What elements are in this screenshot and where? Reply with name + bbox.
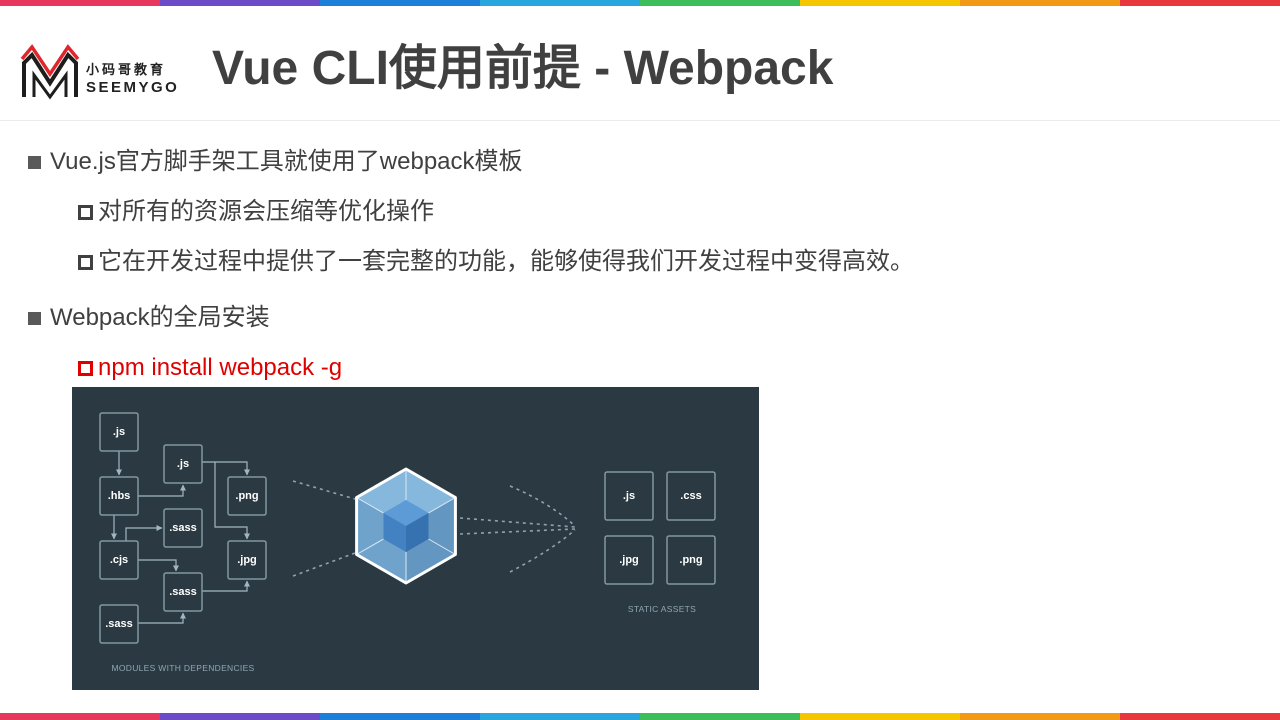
flow-dotted-line xyxy=(459,517,576,528)
module-label: .sass xyxy=(105,618,133,630)
stripe-segment xyxy=(800,713,960,720)
flow-dotted-line xyxy=(509,485,576,527)
stripe-segment xyxy=(800,0,960,6)
module-box: .sass xyxy=(163,572,203,612)
hollow-square-icon xyxy=(78,254,93,270)
flow-dotted-line xyxy=(509,529,576,573)
stripe-segment xyxy=(640,0,800,6)
logo-red-peaks xyxy=(20,44,80,78)
stripe-segment xyxy=(320,713,480,720)
slide-title: Vue CLI使用前提 - Webpack xyxy=(212,42,834,95)
stripe-segment xyxy=(0,0,160,6)
module-box: .js xyxy=(163,444,203,484)
sub-bullet-text: 对所有的资源会压缩等优化操作 xyxy=(98,198,434,225)
stripe-segment xyxy=(1120,713,1280,720)
stripe-segment xyxy=(480,0,640,6)
module-box: .cjs xyxy=(99,540,139,580)
asset-box: .js xyxy=(604,471,654,521)
module-label: .js xyxy=(177,458,189,470)
module-box: .sass xyxy=(99,604,139,644)
module-label: .js xyxy=(113,426,125,438)
module-label: .png xyxy=(235,490,258,502)
stripe-segment xyxy=(0,713,160,720)
module-label: .jpg xyxy=(237,554,257,566)
logo-english-text: SEEMYGO xyxy=(86,79,180,96)
filled-square-icon xyxy=(28,311,41,325)
sub-bullet-text: 它在开发过程中提供了一套完整的功能，能够使得我们开发过程中变得高效。 xyxy=(98,248,914,275)
stripe-segment xyxy=(960,713,1120,720)
webpack-cube-icon xyxy=(355,467,457,585)
stripe-segment xyxy=(960,0,1120,6)
flow-dotted-line xyxy=(292,552,356,577)
flow-dotted-line xyxy=(459,528,576,535)
module-box: .jpg xyxy=(227,540,267,580)
bullet-text: Vue.js官方脚手架工具就使用了webpack模板 xyxy=(50,148,523,175)
assets-caption: STATIC ASSETS xyxy=(628,604,696,614)
bullet-text: Webpack的全局安装 xyxy=(50,304,270,331)
filled-square-icon xyxy=(28,155,41,169)
header-divider xyxy=(0,120,1280,121)
hollow-square-icon xyxy=(78,204,93,220)
sub-bullet-item: 它在开发过程中提供了一套完整的功能，能够使得我们开发过程中变得高效。 xyxy=(78,246,914,278)
module-box: .hbs xyxy=(99,476,139,516)
webpack-diagram-graphic: .js .hbs .cjs .sass .js .sass .sass .png… xyxy=(99,412,716,673)
module-label: .sass xyxy=(169,586,197,598)
bullet-item: Webpack的全局安装 xyxy=(28,302,270,334)
module-label: .cjs xyxy=(110,554,128,566)
flow-dotted-line xyxy=(292,480,356,500)
module-box: .sass xyxy=(163,508,203,548)
module-label: .sass xyxy=(169,522,197,534)
asset-label: .jpg xyxy=(619,554,639,566)
top-color-stripe xyxy=(0,0,1280,6)
dependency-arrow xyxy=(202,461,250,476)
asset-box: .png xyxy=(666,535,716,585)
brand-logo: 小码哥教育 SEEMYGO xyxy=(20,44,190,100)
stripe-segment xyxy=(480,713,640,720)
asset-box: .jpg xyxy=(604,535,654,585)
module-box: .png xyxy=(227,476,267,516)
sub-bullet-item-command: npm install webpack -g xyxy=(78,352,342,384)
stripe-segment xyxy=(1120,0,1280,6)
sub-bullet-item: 对所有的资源会压缩等优化操作 xyxy=(78,196,434,228)
stripe-segment xyxy=(160,713,320,720)
stripe-segment xyxy=(640,713,800,720)
module-box: .js xyxy=(99,412,139,452)
seemygo-m-logo-icon xyxy=(20,44,80,100)
asset-label: .png xyxy=(679,554,702,566)
dependency-arrow xyxy=(138,559,179,572)
dependency-arrow xyxy=(138,484,186,497)
hollow-square-icon xyxy=(78,360,93,376)
asset-box: .css xyxy=(666,471,716,521)
asset-label: .js xyxy=(623,490,635,502)
asset-label: .css xyxy=(680,490,701,502)
logo-chinese-text: 小码哥教育 xyxy=(86,62,167,77)
bullet-item: Vue.js官方脚手架工具就使用了webpack模板 xyxy=(28,146,523,178)
modules-caption: MODULES WITH DEPENDENCIES xyxy=(111,663,254,673)
bottom-color-stripe xyxy=(0,713,1280,720)
stripe-segment xyxy=(160,0,320,6)
stripe-segment xyxy=(320,0,480,6)
dependency-arrow xyxy=(138,612,186,624)
install-command-text: npm install webpack -g xyxy=(98,354,343,381)
webpack-diagram: .js .hbs .cjs .sass .js .sass .sass .png… xyxy=(72,387,759,690)
dependency-arrow xyxy=(125,525,163,541)
module-label: .hbs xyxy=(108,490,131,502)
dependency-arrow xyxy=(202,580,250,592)
